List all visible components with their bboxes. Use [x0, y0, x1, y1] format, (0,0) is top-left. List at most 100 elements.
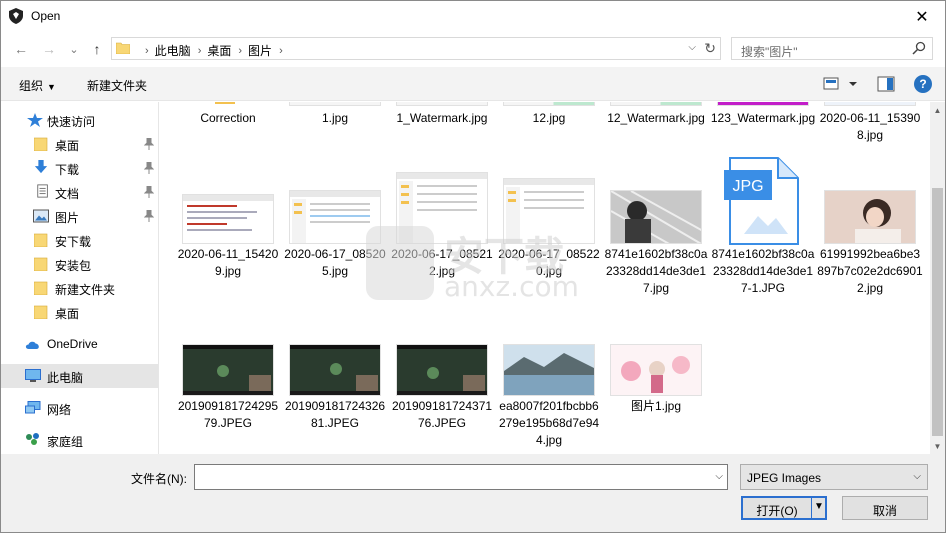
organize-label: 组织 [19, 79, 44, 93]
star-icon [27, 113, 43, 127]
sidebar-item-label: 此电脑 [47, 371, 84, 385]
sidebar-item-desktop[interactable]: 桌面 [1, 132, 158, 156]
download-icon [34, 160, 48, 174]
file-name: 123_Watermark.jpg [710, 111, 816, 125]
sidebar-item-desktop-2[interactable]: 桌面 [1, 300, 158, 324]
forward-button[interactable]: → [39, 39, 59, 59]
chevron-down-icon: ⌵ [913, 471, 921, 482]
image-thumbnail [503, 178, 595, 244]
file-item[interactable]: 12_Watermark.jpg [603, 102, 709, 152]
file-item[interactable]: 2020-06-11_153908.jpg [817, 102, 923, 152]
breadcrumb-pictures[interactable]: 图片 [248, 42, 272, 59]
folder-icon [34, 281, 48, 295]
caret-down-icon[interactable]: ▼ [814, 501, 824, 512]
file-item[interactable]: 61991992bea6be3897b7c02e2dc69012.jpg [817, 188, 923, 308]
image-thumbnail [396, 344, 488, 396]
refresh-icon[interactable]: ↻ [704, 40, 716, 57]
image-thumbnail [289, 102, 381, 106]
vertical-scrollbar[interactable]: ▲ ▼ [930, 102, 945, 454]
document-icon [37, 184, 48, 198]
help-button[interactable]: ? [914, 75, 932, 93]
sidebar-item-quick-access[interactable]: 快速访问 [1, 108, 158, 132]
file-type-select[interactable]: JPEG Images ⌵ [740, 464, 928, 490]
pin-icon[interactable] [144, 162, 154, 174]
file-item[interactable]: 2020-06-11_154209.jpg [175, 188, 281, 308]
pin-icon[interactable] [144, 138, 154, 150]
navigation-row: ← → ⌄ ↑ › 此电脑 › 桌面 › 图片 › ⌵ ↻ 搜索"图片" [1, 33, 945, 65]
search-input[interactable]: 搜索"图片" [731, 37, 933, 60]
image-thumbnail [182, 194, 274, 244]
file-item[interactable]: 123_Watermark.jpg [710, 102, 816, 152]
forward-arrow-icon: → [42, 41, 56, 57]
jpg-icon-label: JPG [732, 178, 763, 195]
new-folder-button[interactable]: 新建文件夹 [87, 77, 147, 94]
scroll-up-icon[interactable]: ▲ [930, 102, 945, 118]
file-item[interactable]: 2020-06-17_085212.jpg [389, 172, 495, 308]
file-item[interactable]: 8741e1602bf38c0a23328dd14de3de17.jpg [603, 188, 709, 308]
breadcrumb-desktop[interactable]: 桌面 [207, 42, 231, 59]
sidebar-item-anxz[interactable]: 安下载 [1, 228, 158, 252]
sidebar-item-onedrive[interactable]: OneDrive [1, 332, 158, 356]
chevron-down-icon[interactable]: ⌵ [715, 471, 723, 482]
window-title: Open [31, 9, 61, 23]
sidebar-item-downloads[interactable]: 下载 [1, 156, 158, 180]
organize-button[interactable]: 组织 ▼ [19, 77, 56, 94]
pin-icon[interactable] [144, 186, 154, 198]
file-item[interactable]: 1.jpg [282, 102, 388, 152]
search-placeholder: 搜索"图片" [741, 45, 798, 59]
sidebar-item-label: 桌面 [55, 307, 80, 321]
cloud-icon [25, 341, 39, 349]
image-thumbnail [289, 344, 381, 396]
file-item[interactable]: 2020-06-17_085205.jpg [282, 188, 388, 308]
shield-app-icon [9, 8, 23, 24]
file-item[interactable]: 20190918172437176.JPEG [389, 342, 495, 452]
image-thumbnail [610, 344, 702, 396]
image-thumbnail [503, 344, 595, 396]
open-dialog: Open ✕ ← → ⌄ ↑ › 此电脑 › 桌面 › 图片 › ⌵ ↻ 搜索"… [0, 0, 946, 533]
sidebar-item-label: 新建文件夹 [55, 283, 116, 297]
sidebar-item-documents[interactable]: 文档 [1, 180, 158, 204]
file-item[interactable]: 图片1.jpg [603, 342, 709, 452]
sidebar-item-homegroup[interactable]: 家庭组 [1, 428, 158, 452]
address-dropdown-icon[interactable]: ⌵ [688, 42, 696, 53]
file-item[interactable]: Correction [175, 102, 281, 152]
filename-field[interactable]: ⌵ [194, 464, 728, 490]
file-item[interactable]: JPG 8741e1602bf38c0a23328dd14de3de17-1.J… [710, 157, 816, 308]
view-options-icon[interactable] [823, 76, 863, 92]
breadcrumb: › 此电脑 › 桌面 › 图片 › [138, 42, 289, 59]
up-button[interactable]: ↑ [87, 39, 107, 59]
pin-icon[interactable] [144, 210, 154, 222]
file-name: 20190918172437176.JPEG [391, 399, 493, 430]
file-item[interactable]: 2020-06-17_085220.jpg [496, 178, 602, 308]
file-item[interactable]: 1_Watermark.jpg [389, 102, 495, 152]
file-name: 61991992bea6be3897b7c02e2dc69012.jpg [817, 247, 923, 295]
preview-pane-icon[interactable] [877, 76, 895, 92]
sidebar-item-this-pc[interactable]: 此电脑 [1, 364, 158, 388]
file-item[interactable]: 12.jpg [496, 102, 602, 152]
file-name: 2020-06-17_085212.jpg [391, 247, 493, 278]
dialog-footer: 文件名(N): ⌵ JPEG Images ⌵ 打开(O) ▼ 取消 [1, 454, 945, 532]
sidebar-item-new-folder[interactable]: 新建文件夹 [1, 276, 158, 300]
sidebar-item-label: 桌面 [55, 139, 80, 153]
cancel-button[interactable]: 取消 [842, 496, 928, 520]
sidebar-item-network[interactable]: 网络 [1, 396, 158, 420]
sidebar-item-pictures[interactable]: 图片 [1, 204, 158, 228]
close-button[interactable]: ✕ [899, 1, 945, 32]
back-button[interactable]: ← [11, 39, 31, 59]
address-bar[interactable]: › 此电脑 › 桌面 › 图片 › ⌵ ↻ [111, 37, 721, 60]
scroll-down-icon[interactable]: ▼ [930, 438, 945, 454]
file-item[interactable]: 20190918172429579.JPEG [175, 342, 281, 452]
jpg-file-icon: JPG [724, 157, 799, 245]
image-thumbnail [182, 344, 274, 396]
open-button[interactable]: 打开(O) ▼ [741, 496, 827, 520]
file-name: 2020-06-17_085205.jpg [284, 247, 386, 278]
file-item[interactable]: ea8007f201fbcbb6279e195b68d7e944.jpg [496, 342, 602, 452]
scrollbar-thumb[interactable] [932, 188, 943, 436]
breadcrumb-this-pc[interactable]: 此电脑 [155, 42, 191, 59]
sidebar-item-installers[interactable]: 安装包 [1, 252, 158, 276]
file-item[interactable]: 20190918172432681.JPEG [282, 342, 388, 452]
recent-locations-button[interactable]: ⌄ [64, 39, 84, 59]
breadcrumb-separator: › [238, 44, 243, 57]
back-arrow-icon: ← [14, 41, 28, 57]
breadcrumb-separator: › [145, 44, 149, 57]
